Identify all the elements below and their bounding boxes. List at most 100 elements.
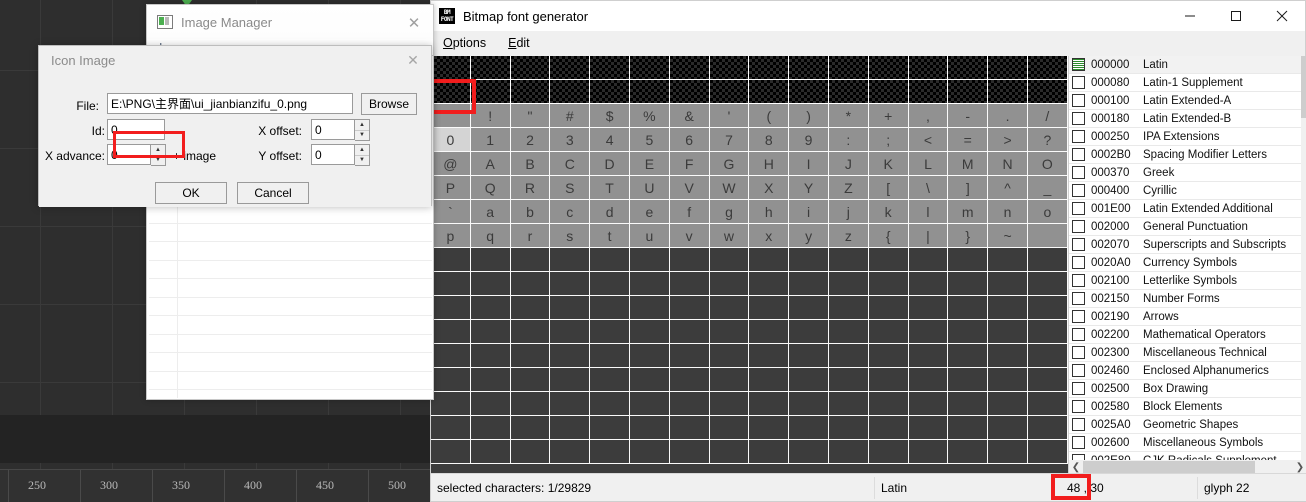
- charmap-cell[interactable]: g: [709, 200, 750, 224]
- charmap-cell[interactable]: *: [828, 104, 869, 128]
- charmap-cell[interactable]: f: [669, 200, 710, 224]
- stepper-down-icon[interactable]: ▼: [151, 156, 165, 166]
- x-advance-field[interactable]: 0: [107, 144, 151, 165]
- charmap-cell[interactable]: T: [590, 176, 630, 200]
- charmap-cell[interactable]: 0: [431, 128, 471, 152]
- charmap-cell[interactable]: z: [828, 224, 869, 248]
- charmap-cell[interactable]: Y: [789, 176, 829, 200]
- x-advance-stepper[interactable]: ▲ ▼: [151, 144, 166, 166]
- browse-button[interactable]: Browse: [361, 93, 417, 115]
- checkbox-icon[interactable]: [1072, 328, 1085, 341]
- unicode-block-row[interactable]: 002580 Block Elements: [1069, 398, 1306, 416]
- stepper-down-icon[interactable]: ▼: [355, 131, 369, 141]
- list-item[interactable]: [149, 316, 432, 335]
- unicode-block-row[interactable]: 0020A0 Currency Symbols: [1069, 254, 1306, 272]
- charmap-cell[interactable]: e: [629, 200, 670, 224]
- charmap-cell[interactable]: S: [550, 176, 591, 200]
- list-item[interactable]: [149, 371, 432, 390]
- charmap-cell[interactable]: |: [908, 224, 949, 248]
- charmap-cell[interactable]: p: [431, 224, 471, 248]
- charmap-cell[interactable]: ': [709, 104, 750, 128]
- checkbox-icon[interactable]: [1072, 418, 1085, 431]
- charmap-cell[interactable]: h: [749, 200, 790, 224]
- charmap-cell[interactable]: }: [948, 224, 989, 248]
- charmap-cell[interactable]: {: [868, 224, 909, 248]
- charmap-cell[interactable]: 1: [470, 128, 511, 152]
- unicode-block-row[interactable]: 000400 Cyrillic: [1069, 182, 1306, 200]
- checkbox-icon[interactable]: [1072, 436, 1085, 449]
- charmap-cell[interactable]: l: [908, 200, 949, 224]
- blocklist-vertical-scrollbar[interactable]: [1301, 56, 1306, 460]
- charmap-cell[interactable]: r: [510, 224, 551, 248]
- checkbox-icon[interactable]: [1072, 292, 1085, 305]
- charmap-cell[interactable]: 6: [669, 128, 710, 152]
- charmap-cell[interactable]: k: [868, 200, 909, 224]
- y-offset-stepper[interactable]: ▲ ▼: [355, 144, 370, 166]
- charmap-cell[interactable]: +: [868, 104, 909, 128]
- unicode-block-row[interactable]: 000250 IPA Extensions: [1069, 128, 1306, 146]
- charmap-cell[interactable]: 8: [749, 128, 790, 152]
- charmap-cell[interactable]: [1027, 224, 1068, 248]
- list-item[interactable]: [149, 242, 432, 261]
- charmap-cell[interactable]: y: [789, 224, 829, 248]
- charmap-cell[interactable]: v: [669, 224, 710, 248]
- charmap-cell[interactable]: J: [828, 152, 869, 176]
- ok-button[interactable]: OK: [155, 182, 227, 204]
- icon-image-titlebar[interactable]: Icon Image ✕: [39, 46, 431, 74]
- charmap-cell[interactable]: /: [1027, 104, 1068, 128]
- character-map-grid[interactable]: ! " # $% & '() * +, -./0 1 2 3 4 5 6 7 8 9:; < = >? @ A B C D E F G H…: [431, 56, 1068, 475]
- charmap-cell[interactable]: 3: [550, 128, 591, 152]
- charmap-cell[interactable]: A: [470, 152, 511, 176]
- charmap-cell[interactable]: j: [828, 200, 869, 224]
- charmap-cell[interactable]: W: [709, 176, 750, 200]
- charmap-cell[interactable]: i: [789, 200, 829, 224]
- charmap-cell[interactable]: ,: [908, 104, 949, 128]
- checkbox-icon[interactable]: [1072, 400, 1085, 413]
- charmap-cell[interactable]: ?: [1027, 128, 1068, 152]
- charmap-cell[interactable]: (: [749, 104, 790, 128]
- charmap-cell[interactable]: q: [470, 224, 511, 248]
- unicode-block-row[interactable]: 002E80CJK Radicals Supplement: [1069, 452, 1306, 460]
- x-offset-stepper[interactable]: ▲ ▼: [355, 119, 370, 141]
- charmap-cell[interactable]: D: [590, 152, 630, 176]
- charmap-cell[interactable]: N: [988, 152, 1028, 176]
- charmap-cell[interactable]: \: [908, 176, 949, 200]
- charmap-cell[interactable]: [: [868, 176, 909, 200]
- unicode-block-row[interactable]: 002100 Letterlike Symbols: [1069, 272, 1306, 290]
- checkbox-icon[interactable]: [1072, 256, 1085, 269]
- charmap-cell[interactable]: &: [669, 104, 710, 128]
- charmap-cell[interactable]: F: [669, 152, 710, 176]
- charmap-cell[interactable]: Z: [828, 176, 869, 200]
- charmap-cell[interactable]: t: [590, 224, 630, 248]
- charmap-cell[interactable]: I: [789, 152, 829, 176]
- charmap-cell[interactable]: 9: [789, 128, 829, 152]
- charmap-cell[interactable]: ): [789, 104, 829, 128]
- charmap-cell[interactable]: V: [669, 176, 710, 200]
- charmap-cell[interactable]: L: [908, 152, 949, 176]
- unicode-block-row[interactable]: 000370 Greek: [1069, 164, 1306, 182]
- charmap-cell[interactable]: n: [988, 200, 1028, 224]
- list-item[interactable]: [149, 353, 432, 372]
- maximize-icon[interactable]: [1213, 1, 1259, 31]
- minimize-icon[interactable]: [1167, 1, 1213, 31]
- unicode-block-row[interactable]: 002070 Superscripts and Subscripts: [1069, 236, 1306, 254]
- unicode-block-row[interactable]: 002500 Box Drawing: [1069, 380, 1306, 398]
- charmap-cell[interactable]: 7: [709, 128, 750, 152]
- charmap-cell[interactable]: m: [948, 200, 989, 224]
- checkbox-icon[interactable]: [1072, 184, 1085, 197]
- unicode-block-row[interactable]: 000180 Latin Extended-B: [1069, 110, 1306, 128]
- unicode-block-row[interactable]: 001E00 Latin Extended Additional: [1069, 200, 1306, 218]
- charmap-cell[interactable]: x: [749, 224, 790, 248]
- charmap-cell[interactable]: 4: [590, 128, 630, 152]
- charmap-cell[interactable]: <: [908, 128, 949, 152]
- charmap-cell[interactable]: K: [868, 152, 909, 176]
- unicode-block-row[interactable]: 002190 Arrows: [1069, 308, 1306, 326]
- unicode-block-row[interactable]: 002460 Enclosed Alphanumerics: [1069, 362, 1306, 380]
- unicode-block-row[interactable]: 000100 Latin Extended-A: [1069, 92, 1306, 110]
- menu-edit[interactable]: Edit: [504, 34, 534, 52]
- charmap-cell[interactable]: C: [550, 152, 591, 176]
- unicode-block-row[interactable]: 0002B0 Spacing Modifier Letters: [1069, 146, 1306, 164]
- list-item[interactable]: [149, 390, 432, 398]
- charmap-cell[interactable]: M: [948, 152, 989, 176]
- cancel-button[interactable]: Cancel: [237, 182, 309, 204]
